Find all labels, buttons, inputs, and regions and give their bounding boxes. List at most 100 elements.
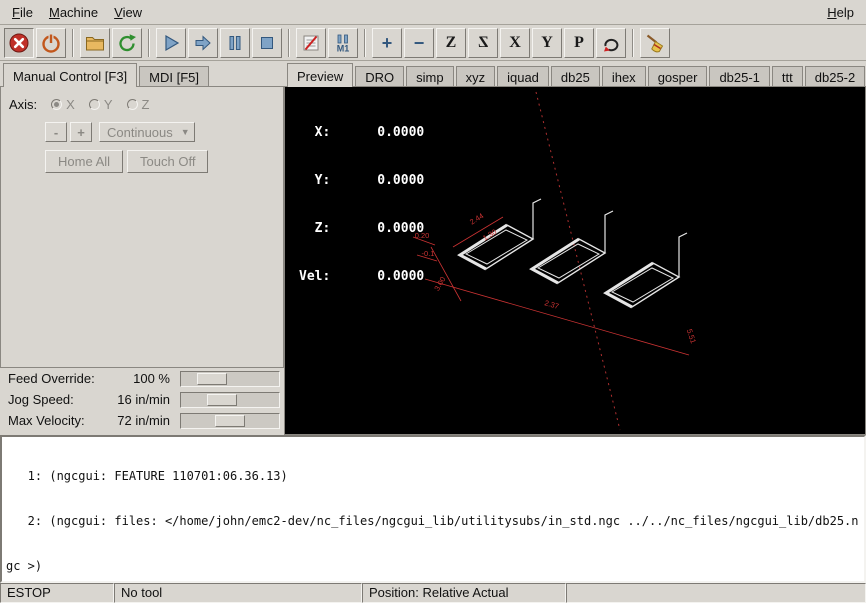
tab-mdi[interactable]: MDI [F5]: [139, 66, 209, 86]
pause-button[interactable]: [220, 28, 250, 58]
axis-z-label: Z: [142, 97, 150, 112]
gcode-line[interactable]: 1: (ngcgui: FEATURE 110701:06.36.13): [6, 469, 860, 484]
slider-handle[interactable]: [215, 415, 245, 427]
menu-help[interactable]: Help: [819, 2, 862, 23]
axis-x-radio[interactable]: X: [51, 97, 75, 112]
stop-button[interactable]: [252, 28, 282, 58]
folder-icon: [84, 32, 106, 54]
readout-z: Z: 0.0000: [299, 221, 424, 237]
max-velocity-slider[interactable]: [180, 413, 280, 429]
status-spacer: [566, 583, 866, 603]
block-delete-button[interactable]: [296, 28, 326, 58]
position-readout: X: 0.0000 Y: 0.0000 Z: 0.0000 Vel: 0.000…: [299, 93, 424, 317]
feed-override-value: 100 %: [108, 371, 180, 386]
rotate-view-button[interactable]: [596, 28, 626, 58]
tab-ttt[interactable]: ttt: [772, 66, 803, 86]
gcode-line[interactable]: gc >): [6, 559, 860, 574]
slider-handle[interactable]: [207, 394, 237, 406]
preview-canvas[interactable]: 2.44 1.30 0.20 -0.1 3.00 2.37 5.51 X: 0.…: [284, 86, 866, 435]
tab-db25-2[interactable]: db25-2: [805, 66, 865, 86]
view-perspective-button[interactable]: P: [564, 28, 594, 58]
tab-db25[interactable]: db25: [551, 66, 600, 86]
view-x-button[interactable]: X: [500, 28, 530, 58]
feed-override-label: Feed Override:: [8, 371, 108, 386]
jog-increment-dropdown[interactable]: Continuous ▼: [99, 122, 195, 142]
readout-vel: Vel: 0.0000: [299, 269, 424, 285]
radio-indicator: [89, 99, 100, 110]
view-y-button[interactable]: Y: [532, 28, 562, 58]
view-x-icon: X: [509, 35, 521, 51]
gcode-line[interactable]: 2: (ngcgui: files: </home/john/emc2-dev/…: [6, 514, 860, 529]
tab-dro[interactable]: DRO: [355, 66, 404, 86]
toolbar-separator: [148, 29, 150, 57]
dimension-label: 5.51: [685, 328, 698, 345]
manual-control-panel: Axis: X Y Z - + Continuous ▼ Home All: [0, 86, 284, 368]
svg-text:M1: M1: [337, 43, 350, 53]
dimension-lines: [413, 217, 689, 355]
stop-icon: [256, 32, 278, 54]
touch-off-button[interactable]: Touch Off: [127, 150, 208, 173]
view-z-button[interactable]: Z: [436, 28, 466, 58]
menu-bar: File Machine View Help: [0, 0, 866, 25]
zoom-out-icon: −: [414, 34, 425, 52]
radio-indicator: [127, 99, 138, 110]
menu-machine[interactable]: Machine: [41, 2, 106, 23]
zoom-out-button[interactable]: −: [404, 28, 434, 58]
axis-y-radio[interactable]: Y: [89, 97, 113, 112]
estop-button[interactable]: [4, 28, 34, 58]
machine-power-button[interactable]: [36, 28, 66, 58]
gcode-listing[interactable]: 1: (ngcgui: FEATURE 110701:06.36.13) 2: …: [0, 435, 866, 583]
rotate-icon: [600, 32, 622, 54]
view-y-icon: Y: [541, 35, 553, 51]
dimension-labels: 2.44 1.30 0.20 -0.1 3.00 2.37 5.51: [415, 211, 698, 344]
jog-plus-button[interactable]: +: [70, 122, 92, 142]
axis-y-label: Y: [104, 97, 113, 112]
tab-simp[interactable]: simp: [406, 66, 453, 86]
max-velocity-value: 72 in/min: [108, 413, 180, 428]
menu-view[interactable]: View: [106, 2, 150, 23]
optional-stop-button[interactable]: M1: [328, 28, 358, 58]
block-delete-icon: [300, 32, 322, 54]
jog-speed-slider[interactable]: [180, 392, 280, 408]
jog-increment-value: Continuous: [107, 125, 173, 140]
view-z-back-button[interactable]: Z: [468, 28, 498, 58]
status-machine-state: ESTOP: [0, 583, 114, 603]
step-arrow-icon: [192, 32, 214, 54]
toolpath-parts: [460, 199, 687, 307]
readout-x: X: 0.0000: [299, 125, 424, 141]
jog-speed-row: Jog Speed: 16 in/min: [0, 389, 284, 410]
run-button[interactable]: [156, 28, 186, 58]
step-button[interactable]: [188, 28, 218, 58]
tab-preview[interactable]: Preview: [287, 63, 353, 87]
zoom-in-icon: +: [382, 34, 393, 52]
zoom-in-button[interactable]: +: [372, 28, 402, 58]
status-bar: ESTOP No tool Position: Relative Actual: [0, 583, 866, 603]
dimension-label: 2.37: [543, 298, 560, 311]
power-icon: [40, 32, 62, 54]
clear-plot-button[interactable]: [640, 28, 670, 58]
feed-override-row: Feed Override: 100 %: [0, 368, 284, 389]
feed-override-slider[interactable]: [180, 371, 280, 387]
slider-handle[interactable]: [197, 373, 227, 385]
tab-gosper[interactable]: gosper: [648, 66, 708, 86]
reload-button[interactable]: [112, 28, 142, 58]
view-z-icon: Z: [446, 35, 457, 51]
status-tool: No tool: [114, 583, 362, 603]
tab-manual-control[interactable]: Manual Control [F3]: [3, 63, 137, 87]
home-all-button[interactable]: Home All: [45, 150, 123, 173]
jog-minus-button[interactable]: -: [45, 122, 67, 142]
axis-row: Axis: X Y Z: [1, 87, 283, 112]
axis-x-label: X: [66, 97, 75, 112]
tab-xyz[interactable]: xyz: [456, 66, 496, 86]
tab-db25-1[interactable]: db25-1: [709, 66, 769, 86]
menu-file[interactable]: File: [4, 2, 41, 23]
axis-z-radio[interactable]: Z: [127, 97, 150, 112]
tab-iquad[interactable]: iquad: [497, 66, 549, 86]
dimension-label: 2.44: [468, 211, 485, 226]
open-file-button[interactable]: [80, 28, 110, 58]
tab-ihex[interactable]: ihex: [602, 66, 646, 86]
status-position-mode: Position: Relative Actual: [362, 583, 566, 603]
preview-tabs: Preview DRO simp xyz iquad db25 ihex gos…: [284, 61, 866, 86]
control-column: Manual Control [F3] MDI [F5] Axis: X Y Z…: [0, 61, 284, 435]
limit-line: [536, 92, 620, 430]
